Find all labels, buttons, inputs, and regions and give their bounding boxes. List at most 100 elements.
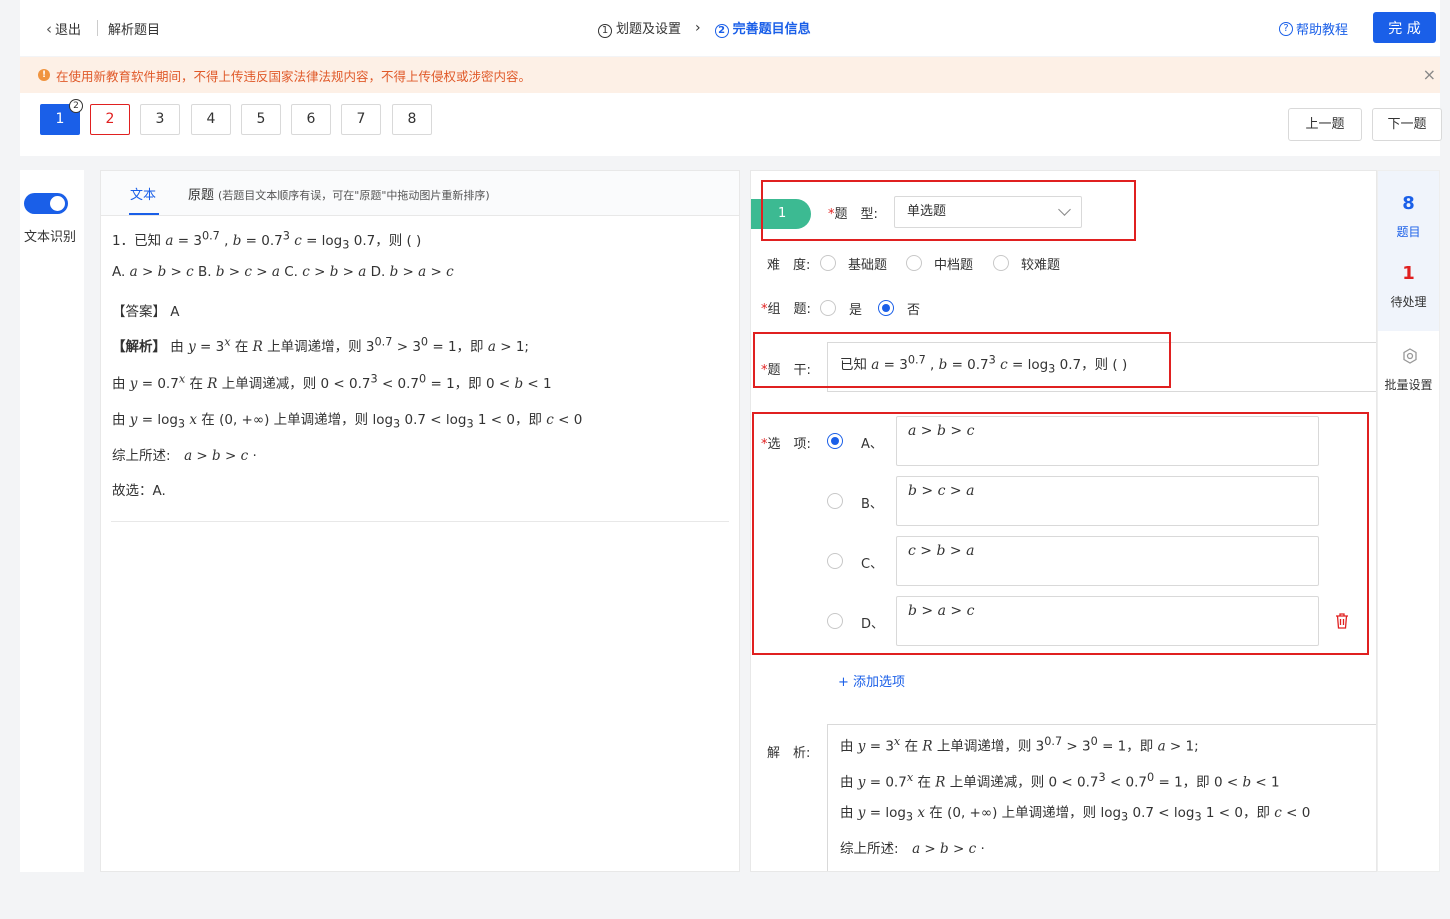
difficulty-radio-medium[interactable] bbox=[906, 255, 922, 271]
analysis-line-2: 由 y = 0.7x 在 R 上单调递减，则 0 < 0.73 < 0.70 =… bbox=[840, 770, 1280, 791]
option-b-input[interactable]: b > c > a bbox=[896, 476, 1319, 526]
trash-icon[interactable] bbox=[1334, 612, 1350, 630]
difficulty-radio-basic[interactable] bbox=[820, 255, 836, 271]
option-a-letter: A、 bbox=[861, 437, 883, 452]
help-label: 帮助教程 bbox=[1296, 23, 1349, 38]
text-recognition-toggle[interactable] bbox=[24, 193, 68, 214]
source-line-choice: 故选：A. bbox=[112, 483, 166, 499]
difficulty-hard-label: 较难题 bbox=[1021, 258, 1061, 273]
tab-note: (若题目文本顺序有误，可在"原题"中拖动图片重新排序) bbox=[218, 189, 490, 202]
difficulty-medium-label: 中档题 bbox=[934, 258, 974, 273]
tab-original[interactable]: 原题 (若题目文本顺序有误，可在"原题"中拖动图片重新排序) bbox=[188, 184, 490, 203]
options-label-text: 选 项: bbox=[767, 437, 811, 452]
stem-label-text: 题 干: bbox=[767, 363, 811, 378]
question-number-8[interactable]: 8 bbox=[392, 104, 432, 135]
question-edit-panel: 1 *题 型: 单选题 难 度: 基础题 中档题 较难题 *组 题: 是 否 *… bbox=[750, 170, 1377, 872]
next-question-button[interactable]: 下一题 bbox=[1372, 108, 1442, 141]
step-1-label: 划题及设置 bbox=[616, 22, 682, 37]
option-b-letter: B、 bbox=[861, 497, 883, 512]
top-header: ‹ 退出 解析题目 1 划题及设置 › 2 完善题目信息 ? 帮助教程 完 成 bbox=[20, 0, 1440, 56]
batch-settings-button[interactable]: 批量设置 bbox=[1378, 376, 1439, 393]
question-badge: 2 bbox=[69, 99, 83, 113]
group-radio-no[interactable] bbox=[878, 300, 894, 316]
pending-label: 待处理 bbox=[1390, 295, 1427, 309]
exit-label: 退出 bbox=[55, 23, 82, 38]
question-circle-icon: ? bbox=[1279, 21, 1293, 36]
source-line-analysis-3: 由 y = log3 x 在 (0, +∞) 上单调递增，则 log3 0.7 … bbox=[112, 412, 583, 431]
question-number-3[interactable]: 3 bbox=[140, 104, 180, 135]
question-number-bar: 1 2 3 4 5 6 7 8 2 上一题 下一题 bbox=[20, 93, 1442, 156]
chevron-right-icon: › bbox=[695, 20, 701, 36]
page-title: 解析题目 bbox=[108, 23, 161, 38]
close-icon[interactable]: × bbox=[1423, 65, 1436, 84]
group-label: *组 题: bbox=[761, 302, 811, 317]
options-label: *选 项: bbox=[761, 437, 811, 452]
step-1[interactable]: 1 划题及设置 bbox=[598, 18, 681, 38]
warning-icon: ! bbox=[38, 69, 50, 81]
analysis-label: 解 析: bbox=[767, 746, 811, 761]
right-sidebar: 8 题目 1 待处理 批量设置 bbox=[1377, 170, 1440, 872]
analysis-input[interactable]: 由 y = 3x 在 R 上单调递增，则 30.7 > 30 = 1，即 a >… bbox=[827, 724, 1376, 871]
prev-question-button[interactable]: 上一题 bbox=[1288, 108, 1362, 141]
option-c-input[interactable]: c > b > a bbox=[896, 536, 1319, 586]
option-a-input[interactable]: a > b > c bbox=[896, 416, 1319, 466]
source-line-answer: 【答案】 A bbox=[112, 304, 180, 320]
chevron-left-icon: ‹ bbox=[46, 19, 52, 38]
question-type-value: 单选题 bbox=[907, 204, 947, 219]
step-2[interactable]: 2 完善题目信息 bbox=[714, 18, 811, 38]
option-b-radio[interactable] bbox=[827, 493, 843, 509]
option-d-letter: D、 bbox=[861, 617, 885, 632]
question-number-6[interactable]: 6 bbox=[291, 104, 331, 135]
total-count: 8 bbox=[1402, 193, 1415, 214]
header-divider bbox=[97, 20, 98, 36]
exit-button[interactable]: ‹ 退出 bbox=[46, 19, 82, 39]
question-type-select[interactable]: 单选题 bbox=[894, 196, 1082, 228]
difficulty-label: 难 度: bbox=[767, 258, 811, 273]
step-2-number: 2 bbox=[714, 24, 729, 38]
question-number-4[interactable]: 4 bbox=[191, 104, 231, 135]
source-panel: 文本 原题 (若题目文本顺序有误，可在"原题"中拖动图片重新排序) 1．已知 a … bbox=[100, 170, 740, 872]
question-number-5[interactable]: 5 bbox=[241, 104, 281, 135]
source-line-analysis-2: 由 y = 0.7x 在 R 上单调递减，则 0 < 0.73 < 0.70 =… bbox=[112, 372, 552, 393]
source-divider bbox=[111, 521, 729, 522]
group-radio-yes[interactable] bbox=[820, 300, 836, 316]
tab-underline bbox=[129, 213, 159, 215]
source-line-analysis-1: 【解析】 由 y = 3x 在 R 上单调递增，则 30.7 > 30 = 1，… bbox=[112, 335, 529, 356]
step-2-label: 完善题目信息 bbox=[732, 22, 811, 37]
option-a-radio[interactable] bbox=[827, 433, 843, 449]
source-tabs: 文本 原题 (若题目文本顺序有误，可在"原题"中拖动图片重新排序) bbox=[101, 171, 739, 216]
tab-text[interactable]: 文本 bbox=[130, 184, 156, 203]
chevron-down-icon bbox=[1058, 203, 1071, 216]
warning-banner: ! 在使用新教育软件期间，不得上传违反国家法律法规内容，不得上传侵权或涉密内容。… bbox=[20, 57, 1440, 93]
option-c-letter: C、 bbox=[861, 557, 884, 572]
source-line-summary: 综上所述: a > b > c · bbox=[112, 448, 257, 464]
option-d-radio[interactable] bbox=[827, 613, 843, 629]
difficulty-basic-label: 基础题 bbox=[848, 258, 888, 273]
group-yes-label: 是 bbox=[849, 303, 863, 318]
gear-icon[interactable] bbox=[1402, 348, 1418, 364]
stem-input[interactable]: 已知 a = 30.7 , b = 0.73 c = log3 0.7，则 ( … bbox=[827, 342, 1376, 392]
toggle-knob bbox=[50, 196, 65, 211]
step-indicator: 1 划题及设置 › 2 完善题目信息 bbox=[598, 18, 811, 38]
group-label-text: 组 题: bbox=[767, 302, 811, 317]
group-no-label: 否 bbox=[907, 303, 921, 318]
option-d-input[interactable]: b > a > c bbox=[896, 596, 1319, 646]
question-number-7[interactable]: 7 bbox=[341, 104, 381, 135]
difficulty-radio-hard[interactable] bbox=[993, 255, 1009, 271]
analysis-line-3: 由 y = log3 x 在 (0, +∞) 上单调递增，则 log3 0.7 … bbox=[840, 805, 1311, 824]
type-label: *题 型: bbox=[828, 207, 878, 222]
source-line-options: A. a > b > c B. b > c > a C. c > b > a D… bbox=[112, 264, 454, 280]
help-link[interactable]: ? 帮助教程 bbox=[1279, 19, 1348, 38]
option-c-radio[interactable] bbox=[827, 553, 843, 569]
question-number-2[interactable]: 2 bbox=[90, 104, 130, 135]
add-option-button[interactable]: + 添加选项 bbox=[838, 671, 905, 690]
toggle-label: 文本识别 bbox=[24, 230, 77, 245]
total-label: 题目 bbox=[1396, 225, 1421, 239]
type-label-text: 题 型: bbox=[834, 207, 878, 222]
done-button[interactable]: 完 成 bbox=[1373, 12, 1436, 43]
source-line-question: 1．已知 a = 30.7 , b = 0.73 c = log3 0.7，则 … bbox=[112, 229, 422, 252]
step-1-number: 1 bbox=[598, 24, 612, 38]
question-tag: 1 bbox=[751, 199, 811, 229]
text-recognition-column: 文本识别 bbox=[20, 170, 84, 872]
analysis-line-1: 由 y = 3x 在 R 上单调递增，则 30.7 > 30 = 1，即 a >… bbox=[840, 735, 1199, 755]
